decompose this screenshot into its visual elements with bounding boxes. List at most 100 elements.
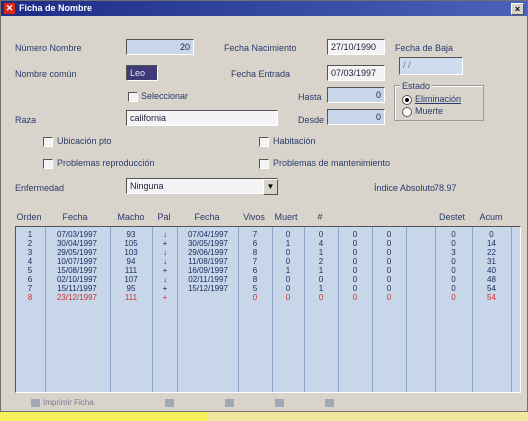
table-cell: 29/05/1997 (56, 248, 98, 257)
toolbar-icon[interactable] (225, 399, 234, 407)
table-cell: 0 (489, 230, 494, 239)
ubicacion-checkbox[interactable] (43, 137, 53, 147)
table-cell: 15/11/1997 (57, 284, 97, 293)
table-cell: 1 (318, 248, 324, 257)
grid-header-cell[interactable]: # (305, 212, 335, 222)
table-cell: 07/03/1997 (56, 230, 98, 239)
table-row[interactable]: 3 29/05/1997 103 ↓ 29/06/1997 8 0 1 0 0 … (16, 248, 520, 257)
printer-icon[interactable] (31, 399, 40, 407)
grid-header-cell[interactable]: Orden (15, 212, 43, 222)
grid-header-cell[interactable]: Acum (473, 212, 509, 222)
table-cell: 54 (487, 284, 496, 293)
table-cell: 0 (252, 293, 258, 302)
fecha-baja-field[interactable]: / / (399, 57, 463, 75)
window-title: Ficha de Nombre (19, 3, 93, 13)
table-cell: + (162, 266, 168, 275)
table-cell: 0 (451, 293, 456, 302)
table-cell: 11/08/1997 (188, 257, 228, 266)
table-cell: 02/11/1997 (188, 275, 228, 284)
table-cell: 2 (27, 239, 33, 248)
close-button[interactable]: × (511, 3, 524, 15)
enfermedad-select[interactable]: Ninguna (126, 178, 278, 194)
table-cell: 02/10/1997 (56, 275, 98, 284)
table-row[interactable]: 2 30/04/1997 105 + 30/05/1997 6 1 4 0 0 … (16, 239, 520, 248)
table-cell: 8 (252, 275, 258, 284)
print-record-button[interactable]: Imprimir Ficha (43, 398, 94, 407)
raza-label: Raza (15, 115, 37, 125)
table-cell: 1 (27, 230, 33, 239)
table-cell: 31 (487, 257, 496, 266)
toolbar-icon[interactable] (165, 399, 174, 407)
grid-header-cell[interactable]: Pal (153, 212, 175, 222)
grid-header-cell[interactable]: Vivos (237, 212, 271, 222)
table-cell: 8 (27, 293, 33, 302)
table-cell: 0 (386, 230, 392, 239)
table-row[interactable]: 6 02/10/1997 107 ↓ 02/11/1997 8 0 0 0 0 … (16, 275, 520, 284)
table-cell: 0 (352, 239, 358, 248)
table-cell: 0 (352, 230, 358, 239)
title-bar: ✕ Ficha de Nombre × (1, 1, 527, 16)
nombre-comun-label: Nombre común (15, 69, 77, 79)
app-icon: ✕ (4, 3, 15, 14)
fecha-entrada-label: Fecha Entrada (231, 69, 291, 79)
table-cell: 95 (126, 284, 136, 293)
numero-nombre-field[interactable]: 20 (126, 39, 194, 55)
caption-bar (0, 412, 208, 421)
record-window: ✕ Ficha de Nombre × Número Nombre 20 Nom… (0, 0, 528, 412)
fecha-entrada-field[interactable]: 07/03/1997 (327, 65, 385, 81)
table-cell: 0 (386, 248, 392, 257)
table-row[interactable]: 5 15/08/1997 111 + 16/09/1997 6 1 1 0 0 … (16, 266, 520, 275)
table-cell: 14 (487, 239, 496, 248)
table-cell: 107 (124, 275, 138, 284)
indice-value: 78.97 (434, 183, 457, 193)
table-cell: 1 (285, 239, 291, 248)
toolbar-icon[interactable] (325, 399, 334, 407)
table-cell: 29/06/1997 (187, 248, 229, 257)
chevron-down-icon[interactable]: ▼ (263, 179, 278, 195)
mantenimiento-label: Problemas de mantenimiento (273, 158, 391, 168)
table-row[interactable]: 1 07/03/1997 93 ↓ 07/04/1997 7 0 0 0 0 0… (16, 230, 520, 239)
table-cell: 30/04/1997 (56, 239, 98, 248)
reproduccion-checkbox[interactable] (43, 159, 53, 169)
table-cell: 7 (252, 230, 258, 239)
reproduccion-label: Problemas reproducción (57, 158, 155, 168)
grid-header-cell[interactable]: Macho (113, 212, 149, 222)
habitacion-checkbox[interactable] (259, 137, 269, 147)
table-cell: 0 (451, 275, 456, 284)
table-cell: 6 (252, 266, 258, 275)
raza-field[interactable]: california (126, 110, 278, 126)
partos-grid[interactable]: 1 07/03/1997 93 ↓ 07/04/1997 7 0 0 0 0 0… (15, 226, 521, 393)
table-cell: 54 (487, 293, 496, 302)
estado-label: Estado (400, 81, 433, 91)
grid-header-cell[interactable]: Fecha (45, 212, 105, 222)
fecha-nacimiento-field[interactable]: 27/10/1990 (327, 39, 385, 55)
table-cell: 0 (386, 257, 392, 266)
table-cell: 2 (318, 257, 324, 266)
grid-header-cell[interactable]: Destet (435, 212, 469, 222)
table-row[interactable]: 4 10/07/1997 94 ↓ 11/08/1997 7 0 2 0 0 0… (16, 257, 520, 266)
fecha-baja-label: Fecha de Baja (395, 43, 454, 53)
table-cell: 111 (124, 293, 138, 302)
nombre-comun-field[interactable]: Leo (126, 65, 158, 81)
estado-muerte-radio[interactable] (402, 107, 412, 117)
mantenimiento-checkbox[interactable] (259, 159, 269, 169)
table-cell: 103 (124, 248, 138, 257)
table-cell: 105 (124, 239, 138, 248)
table-cell: 0 (386, 284, 392, 293)
seleccionar-label: Seleccionar (141, 91, 189, 101)
table-cell: 0 (451, 257, 456, 266)
seleccionar-checkbox[interactable] (128, 92, 138, 102)
grid-header-cell[interactable]: Fecha (177, 212, 237, 222)
estado-eliminacion-radio[interactable] (402, 95, 412, 105)
estado-eliminacion-label: Eliminación (415, 94, 462, 104)
toolbar-icon[interactable] (275, 399, 284, 407)
hasta-field[interactable]: 0 (327, 87, 385, 103)
table-cell: 1 (285, 266, 291, 275)
table-cell: 07/04/1997 (187, 230, 229, 239)
table-row[interactable]: 8 23/12/1997 111 + 0 0 0 0 0 0 54 (16, 293, 520, 302)
table-cell: 0 (386, 275, 392, 284)
grid-header-cell[interactable]: Muert (271, 212, 301, 222)
desde-field[interactable]: 0 (327, 109, 385, 125)
table-cell: 7 (252, 257, 258, 266)
table-row[interactable]: 7 15/11/1997 95 + 15/12/1997 5 0 1 0 0 0… (16, 284, 520, 293)
